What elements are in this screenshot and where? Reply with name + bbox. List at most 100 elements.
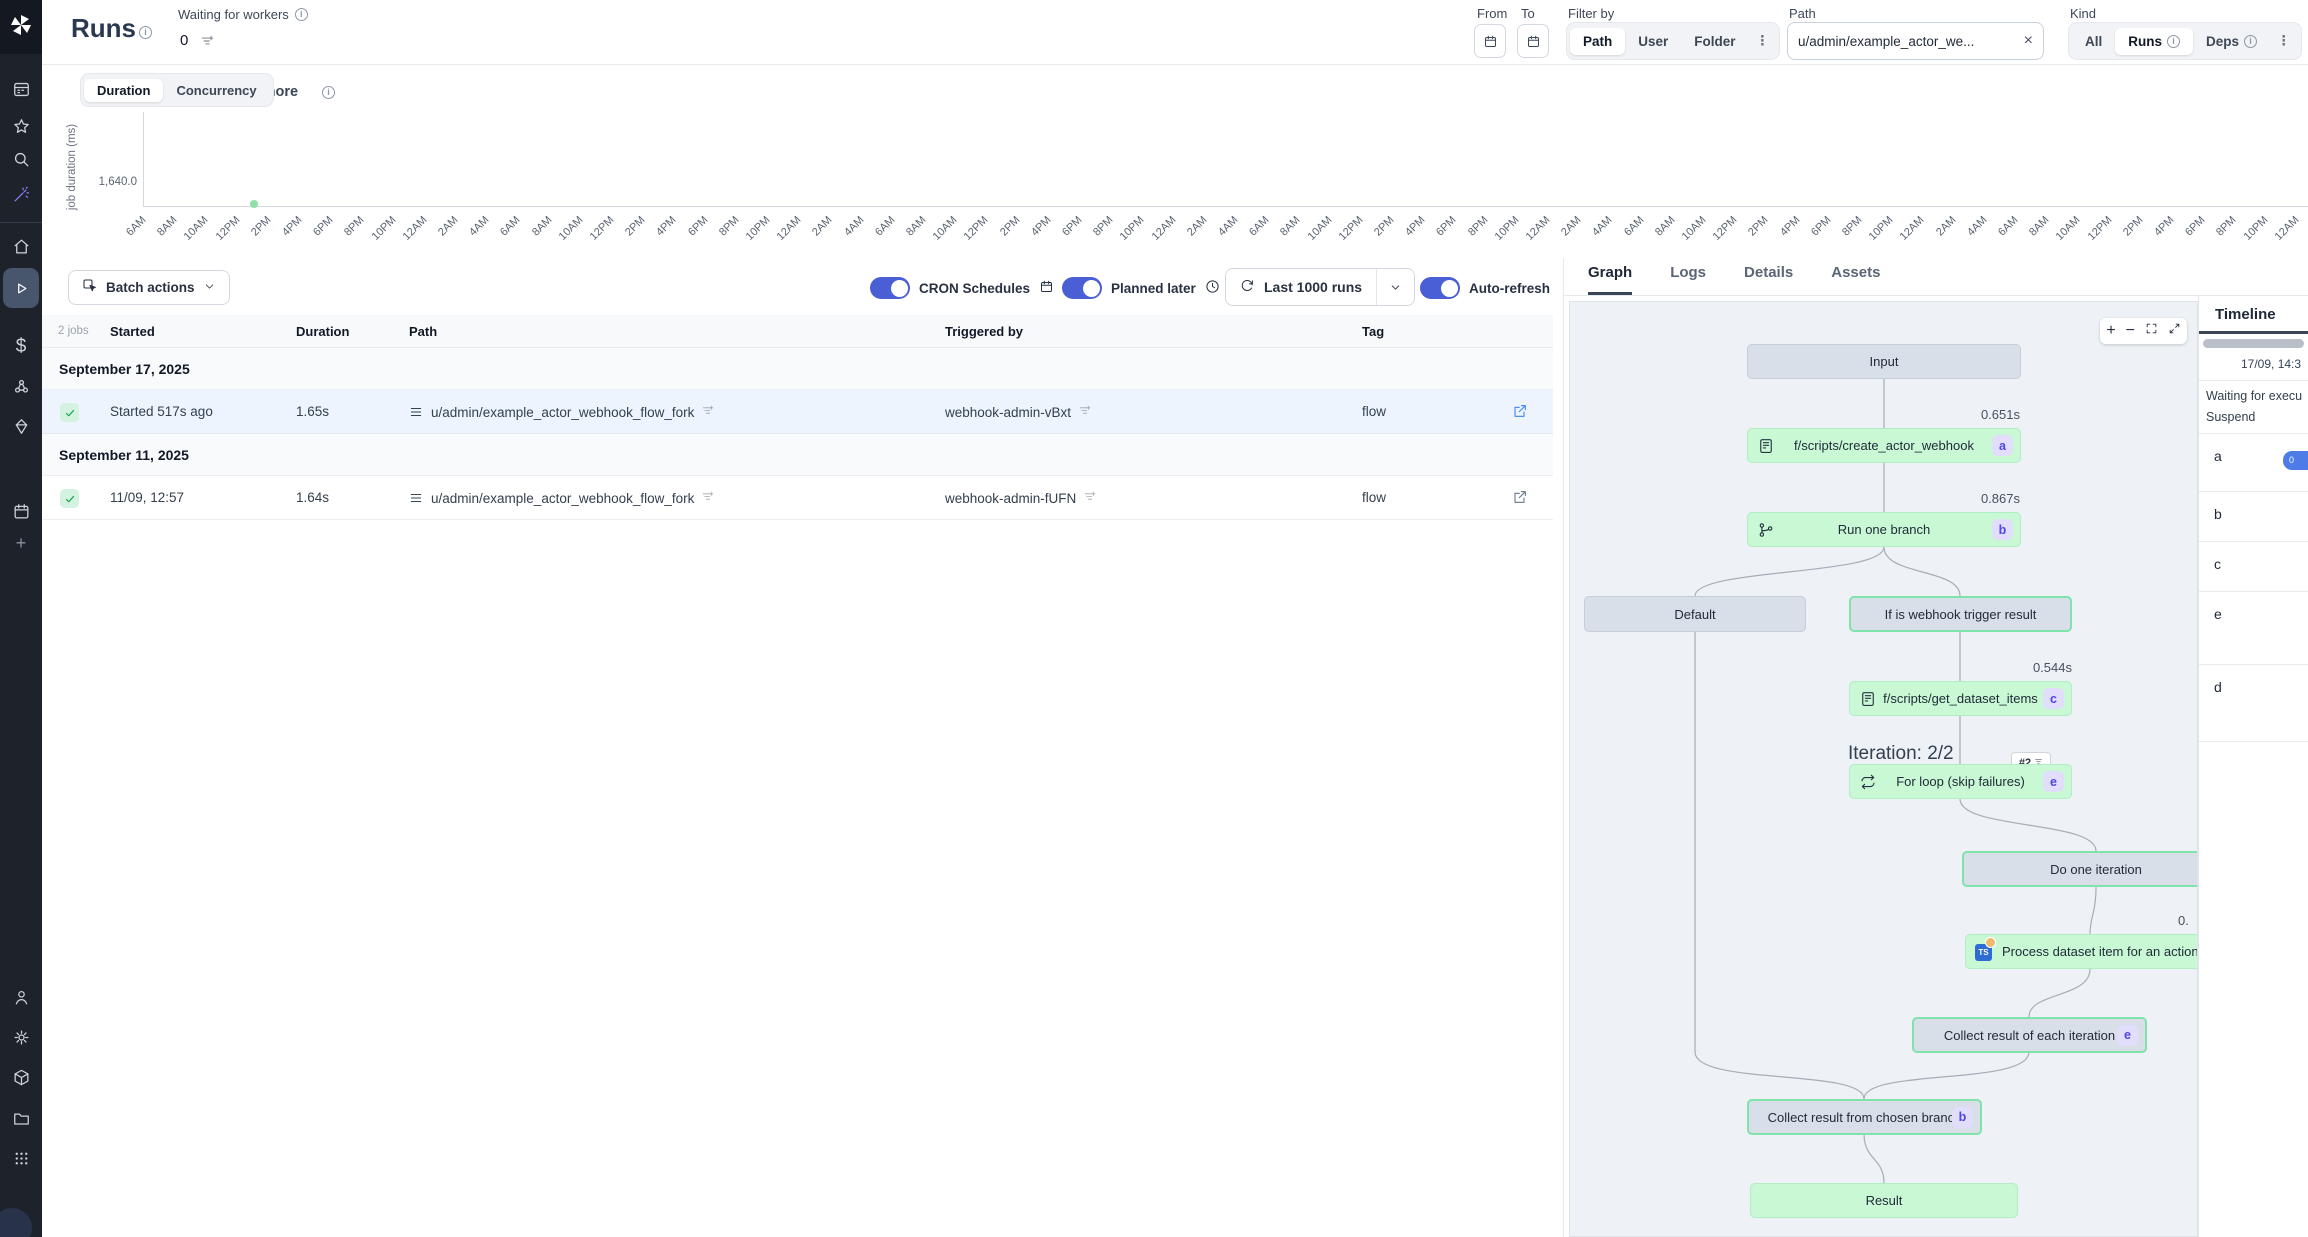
timeline-row-d[interactable]: d (2199, 665, 2308, 742)
waiting-info-icon[interactable]: i (295, 8, 308, 21)
timeline-row-b[interactable]: b (2199, 492, 2308, 542)
search-icon[interactable] (0, 144, 42, 174)
node-a-duration: 0.651s (1870, 407, 2020, 422)
kind-tab-runs[interactable]: Runs i (2115, 28, 2193, 55)
path-filter-plus-icon[interactable] (701, 490, 714, 506)
node-process-dataset-item[interactable]: TS Process dataset item for an action (1965, 934, 2198, 969)
node-create-actor-webhook[interactable]: f/scripts/create_actor_webhook a (1747, 428, 2021, 463)
cron-schedules-toggle[interactable] (870, 277, 910, 299)
folder-icon[interactable] (0, 1103, 42, 1133)
triggered-filter-plus-icon[interactable] (1078, 404, 1091, 420)
node-collect-each[interactable]: Collect result of each iteration e (1912, 1017, 2147, 1053)
timeline-row-a[interactable]: a 0 (2199, 434, 2308, 492)
kind-tab-deps-label: Deps (2206, 34, 2239, 49)
path-filter-plus-icon[interactable] (701, 404, 714, 420)
home-icon[interactable] (0, 231, 42, 261)
node-run-one-branch[interactable]: Run one branch b (1747, 512, 2021, 547)
col-started[interactable]: Started (110, 324, 155, 339)
legend-suspend: Suspend (2206, 410, 2308, 424)
kind-more-menu-icon[interactable]: ⋮ (2270, 27, 2298, 55)
waiting-filter-icon[interactable] (200, 34, 214, 53)
planned-later-toggle[interactable] (1062, 277, 1102, 299)
flow-graph-canvas[interactable]: + − Input 0.651s f/scripts/create_actor_… (1569, 301, 2198, 1237)
timeline-bar-a[interactable]: 0 (2283, 451, 2308, 470)
zoom-out-icon[interactable]: − (2126, 322, 2135, 340)
node-result[interactable]: Result (1750, 1183, 2018, 1218)
node-get-dataset-items[interactable]: f/scripts/get_dataset_items c (1849, 681, 2072, 716)
load-more-info-icon[interactable]: i (322, 86, 335, 99)
auto-refresh-toggle[interactable] (1420, 277, 1460, 299)
magic-wand-icon[interactable] (0, 179, 42, 209)
kind-tab-all[interactable]: All (2072, 28, 2115, 55)
from-date-button[interactable] (1474, 24, 1506, 58)
col-triggered-by[interactable]: Triggered by (945, 324, 1023, 339)
user-icon[interactable] (0, 982, 42, 1012)
triggered-filter-plus-icon[interactable] (1083, 490, 1096, 506)
node-for-loop[interactable]: For loop (skip failures) e (1849, 764, 2072, 799)
apps-grid-icon[interactable] (0, 1143, 42, 1173)
col-path[interactable]: Path (409, 324, 437, 339)
last-runs-label: Last 1000 runs (1264, 279, 1362, 295)
to-date-button[interactable] (1517, 24, 1549, 58)
tab-logs[interactable]: Logs (1670, 264, 1706, 295)
timeline-legend: Waiting for execu Suspend (2199, 381, 2308, 434)
last-runs-button[interactable]: Last 1000 runs (1226, 269, 1376, 305)
windmill-logo-icon[interactable] (0, 10, 42, 40)
row-triggered-by[interactable]: webhook-admin-fUFN (945, 490, 1096, 506)
y-axis-line (143, 112, 144, 207)
settings-gear-icon[interactable] (0, 1022, 42, 1052)
path-filter-input[interactable] (1798, 34, 2016, 49)
fit-view-icon[interactable] (2145, 322, 2158, 340)
timeline-title[interactable]: Timeline (2199, 296, 2308, 323)
open-run-external-icon[interactable] (1512, 403, 1528, 422)
tab-details[interactable]: Details (1744, 264, 1793, 295)
node-input[interactable]: Input (1747, 344, 2021, 379)
header-divider (42, 64, 2308, 65)
app-window-icon[interactable] (0, 74, 42, 104)
node-do-one-iteration[interactable]: Do one iteration (1962, 851, 2198, 887)
clear-path-icon[interactable]: × (2024, 32, 2033, 50)
auto-refresh-toggle-row: Auto-refresh (1420, 277, 1550, 299)
cron-calendar-icon (1039, 279, 1054, 297)
zoom-in-icon[interactable]: + (2106, 322, 2115, 340)
filter-tab-path[interactable]: Path (1570, 28, 1625, 55)
filter-tab-user[interactable]: User (1625, 28, 1681, 55)
last-runs-chevron[interactable] (1377, 269, 1414, 305)
dollar-icon[interactable]: $ (0, 331, 42, 361)
col-tag[interactable]: Tag (1362, 324, 1384, 339)
timeline-row-c[interactable]: c (2199, 542, 2308, 592)
row-triggered-by[interactable]: webhook-admin-vBxt (945, 404, 1091, 420)
row-path[interactable]: u/admin/example_actor_webhook_flow_fork (431, 490, 714, 506)
open-run-external-icon[interactable] (1512, 489, 1528, 508)
panel-left-border (1563, 258, 1564, 1237)
row-triggered-text: webhook-admin-vBxt (945, 405, 1071, 420)
runs-info-icon[interactable]: i (139, 26, 152, 39)
tab-concurrency[interactable]: Concurrency (163, 79, 269, 102)
plus-icon[interactable]: + (0, 528, 42, 558)
timeline-tab-underline (2199, 331, 2308, 334)
star-icon[interactable] (0, 111, 42, 141)
node-default-branch[interactable]: Default (1584, 596, 1806, 632)
schedules-calendar-icon[interactable] (0, 496, 42, 526)
node-collect-chosen[interactable]: Collect result from chosen branch b (1747, 1099, 1982, 1135)
table-row[interactable]: Started 517s ago 1.65s u/admin/example_a… (42, 390, 1553, 434)
timeline-row-e[interactable]: e (2199, 592, 2308, 665)
node-if-branch[interactable]: If is webhook trigger result (1849, 596, 2072, 632)
filter-tab-folder[interactable]: Folder (1681, 28, 1748, 55)
table-row[interactable]: 11/09, 12:57 1.64s u/admin/example_actor… (42, 476, 1553, 520)
timeline-scrollbar[interactable] (2203, 339, 2304, 348)
expand-icon[interactable] (2168, 322, 2181, 340)
tab-graph[interactable]: Graph (1588, 264, 1632, 295)
workers-cluster-icon[interactable] (0, 371, 42, 401)
resources-prism-icon[interactable] (0, 411, 42, 441)
row-path[interactable]: u/admin/example_actor_webhook_flow_fork (431, 404, 714, 420)
filter-more-menu-icon[interactable]: ⋮ (1749, 27, 1777, 55)
package-icon[interactable] (0, 1062, 42, 1092)
tab-duration[interactable]: Duration (84, 79, 163, 102)
kind-tab-deps[interactable]: Deps i (2193, 28, 2270, 55)
tab-assets[interactable]: Assets (1831, 264, 1880, 295)
col-duration[interactable]: Duration (296, 324, 349, 339)
runs-play-icon[interactable] (0, 273, 42, 303)
flow-list-icon (409, 405, 423, 422)
batch-actions-button[interactable]: Batch actions (68, 270, 230, 305)
